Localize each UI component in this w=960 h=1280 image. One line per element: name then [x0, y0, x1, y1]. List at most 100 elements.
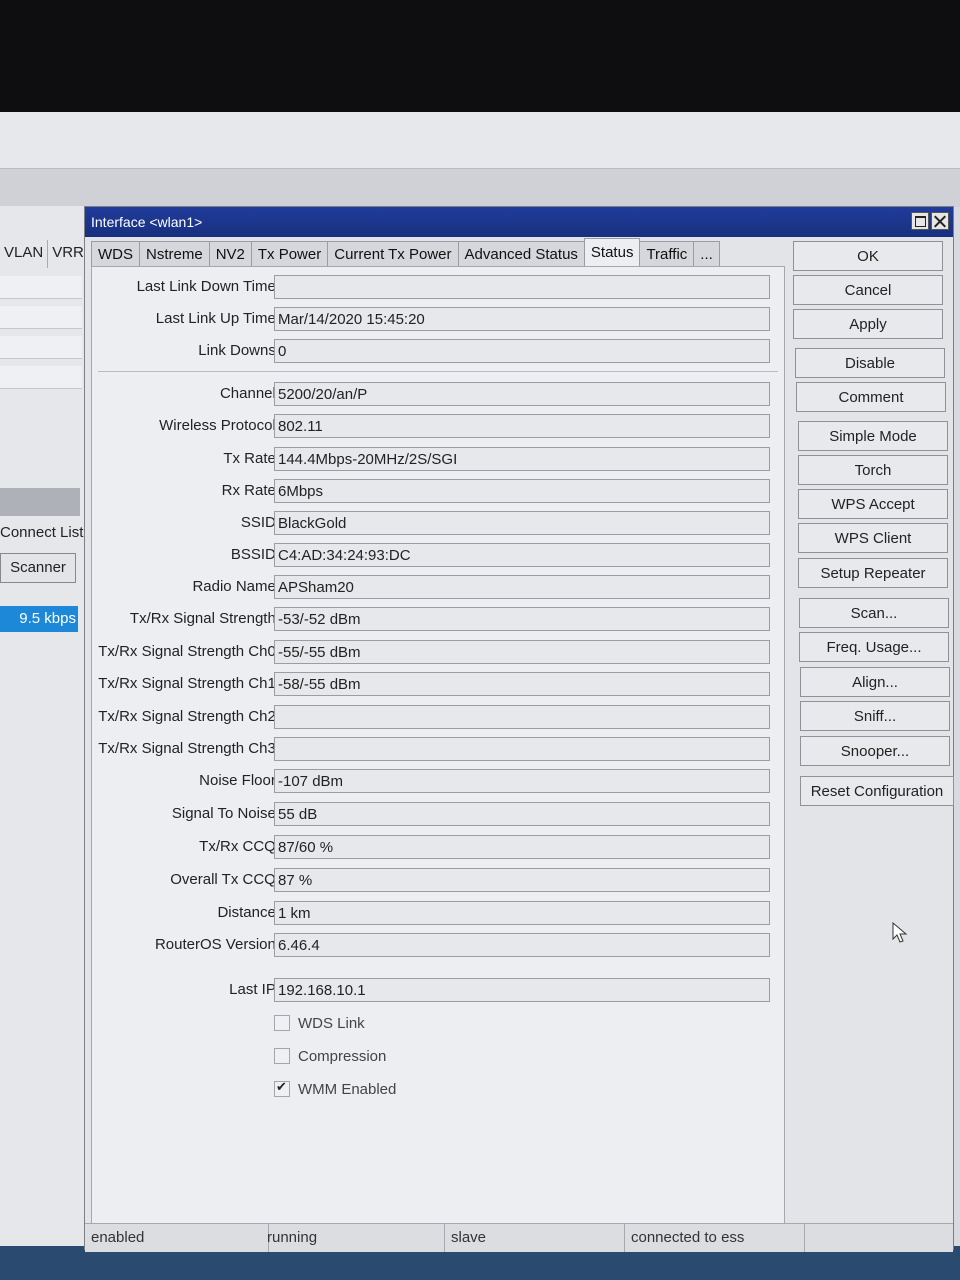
field-row: Radio Name: APSham20 [92, 573, 786, 601]
field-label: Last Link Up Time: [155, 310, 280, 327]
field-label: Tx/Rx Signal Strength Ch0: [98, 643, 280, 660]
field-row: Tx/Rx Signal Strength Ch0: -55/-55 dBm [92, 638, 786, 666]
wps-client-button[interactable]: WPS Client [798, 523, 948, 553]
setup-repeater-button[interactable]: Setup Repeater [798, 558, 948, 588]
checkbox-label: WDS Link [298, 1014, 365, 1032]
field-label: Tx/Rx Signal Strength: [129, 610, 280, 627]
wps-accept-button[interactable]: WPS Accept [798, 489, 948, 519]
checkbox-label: WMM Enabled [298, 1080, 397, 1098]
field-label: Noise Floor: [199, 772, 280, 789]
field-row: Noise Floor: -107 dBm [92, 767, 786, 795]
field-value[interactable]: -53/-52 dBm [274, 607, 770, 631]
tab-current-tx-power[interactable]: Current Tx Power [327, 241, 459, 267]
field-value[interactable]: C4:AD:34:24:93:DC [274, 543, 770, 567]
field-value[interactable]: -55/-55 dBm [274, 640, 770, 664]
field-value[interactable]: APSham20 [274, 575, 770, 599]
checkbox-box[interactable] [274, 1015, 290, 1031]
field-value[interactable]: 87/60 % [274, 835, 770, 859]
field-label: BSSID: [230, 546, 280, 563]
tab-wds[interactable]: WDS [91, 241, 140, 267]
field-label: Last IP: [229, 981, 280, 998]
tab-tx-power[interactable]: Tx Power [250, 241, 329, 267]
field-row: Rx Rate: 6Mbps [92, 477, 786, 505]
freq-usage-button[interactable]: Freq. Usage... [799, 632, 949, 662]
status-cell: enabled [85, 1224, 269, 1252]
tab-status[interactable]: Status [583, 238, 641, 267]
field-label: Tx/Rx Signal Strength Ch1: [98, 675, 280, 692]
field-row: Link Downs: 0 [92, 337, 786, 365]
field-row: Wireless Protocol: 802.11 [92, 412, 786, 440]
reset-configuration-button[interactable]: Reset Configuration [800, 776, 954, 806]
field-label: Signal To Noise: [171, 805, 280, 822]
tab-nv2[interactable]: NV2 [208, 241, 252, 267]
field-row: Tx/Rx Signal Strength Ch1: -58/-55 dBm [92, 670, 786, 698]
checkbox-box[interactable] [274, 1048, 290, 1064]
field-value[interactable]: 802.11 [274, 414, 770, 438]
field-value[interactable] [274, 705, 770, 729]
field-value[interactable] [274, 275, 770, 299]
tab-traffic[interactable]: Traffic [639, 241, 695, 267]
field-value[interactable]: 5200/20/an/P [274, 382, 770, 406]
app-subtoolbar [0, 168, 960, 207]
tab-bar: WDS Nstreme NV2 Tx Power Current Tx Power Adv… [91, 238, 720, 267]
tab-advanced-status[interactable]: Advanced Status [457, 241, 585, 267]
field-label: RouterOS Version: [154, 936, 280, 953]
field-label: Link Downs: [198, 342, 280, 359]
checkbox-wmm-enabled[interactable]: WMM Enabled [274, 1077, 396, 1101]
field-row: Last IP: 192.168.10.1 [92, 976, 786, 1004]
field-row: SSID: BlackGold [92, 509, 786, 537]
dialog-titlebar[interactable]: Interface <wlan1> [85, 207, 953, 237]
field-value[interactable]: 1 km [274, 901, 770, 925]
background-row [0, 306, 82, 329]
background-tabs: VLAN VRRP [0, 240, 99, 268]
cancel-button[interactable]: Cancel [793, 275, 943, 305]
torch-button[interactable]: Torch [798, 455, 948, 485]
field-value[interactable]: 87 % [274, 868, 770, 892]
comment-button[interactable]: Comment [796, 382, 946, 412]
field-row: Overall Tx CCQ: 87 % [92, 866, 786, 894]
background-row [0, 366, 82, 389]
selected-rate-cell[interactable]: 9.5 kbps [0, 606, 78, 632]
tab-more[interactable]: ... [693, 241, 720, 267]
field-row: Tx Rate: 144.4Mbps-20MHz/2S/SGI [92, 445, 786, 473]
scanner-button[interactable]: Scanner [0, 553, 76, 583]
field-label: Radio Name: [192, 578, 280, 595]
field-label: Tx Rate: [223, 450, 280, 467]
field-value[interactable]: 55 dB [274, 802, 770, 826]
field-value[interactable]: 6.46.4 [274, 933, 770, 957]
field-value[interactable] [274, 737, 770, 761]
align-button[interactable]: Align... [800, 667, 950, 697]
field-row: Tx/Rx Signal Strength: -53/-52 dBm [92, 605, 786, 633]
field-value[interactable]: 6Mbps [274, 479, 770, 503]
field-row: Tx/Rx CCQ: 87/60 % [92, 833, 786, 861]
maximize-icon[interactable] [911, 212, 929, 230]
field-label: Tx/Rx CCQ: [199, 838, 280, 855]
background-tab-vlan[interactable]: VLAN [0, 240, 49, 268]
tab-nstreme[interactable]: Nstreme [139, 241, 210, 267]
close-icon[interactable] [931, 212, 949, 230]
simple-mode-button[interactable]: Simple Mode [798, 421, 948, 451]
ok-button[interactable]: OK [793, 241, 943, 271]
app-toolbar [0, 112, 960, 168]
field-value[interactable]: Mar/14/2020 15:45:20 [274, 307, 770, 331]
field-value[interactable]: 0 [274, 339, 770, 363]
field-value[interactable]: BlackGold [274, 511, 770, 535]
field-row: Channel: 5200/20/an/P [92, 380, 786, 408]
checkbox-compression[interactable]: Compression [274, 1044, 386, 1068]
sniff-button[interactable]: Sniff... [800, 701, 950, 731]
status-panel: Last Link Down Time: Last Link Up Time: Ma… [91, 266, 785, 1236]
snooper-button[interactable]: Snooper... [800, 736, 950, 766]
field-value[interactable]: -58/-55 dBm [274, 672, 770, 696]
field-value[interactable]: 192.168.10.1 [274, 978, 770, 1002]
disable-button[interactable]: Disable [795, 348, 945, 378]
field-row: Last Link Down Time: [92, 273, 786, 301]
field-value[interactable]: 144.4Mbps-20MHz/2S/SGI [274, 447, 770, 471]
checkbox-wds-link[interactable]: WDS Link [274, 1011, 365, 1035]
background-row [0, 336, 82, 359]
scan-button[interactable]: Scan... [799, 598, 949, 628]
checkmark-icon[interactable] [274, 1079, 290, 1097]
field-label: Tx/Rx Signal Strength Ch3: [98, 740, 280, 757]
apply-button[interactable]: Apply [793, 309, 943, 339]
field-value[interactable]: -107 dBm [274, 769, 770, 793]
separator [98, 371, 778, 372]
